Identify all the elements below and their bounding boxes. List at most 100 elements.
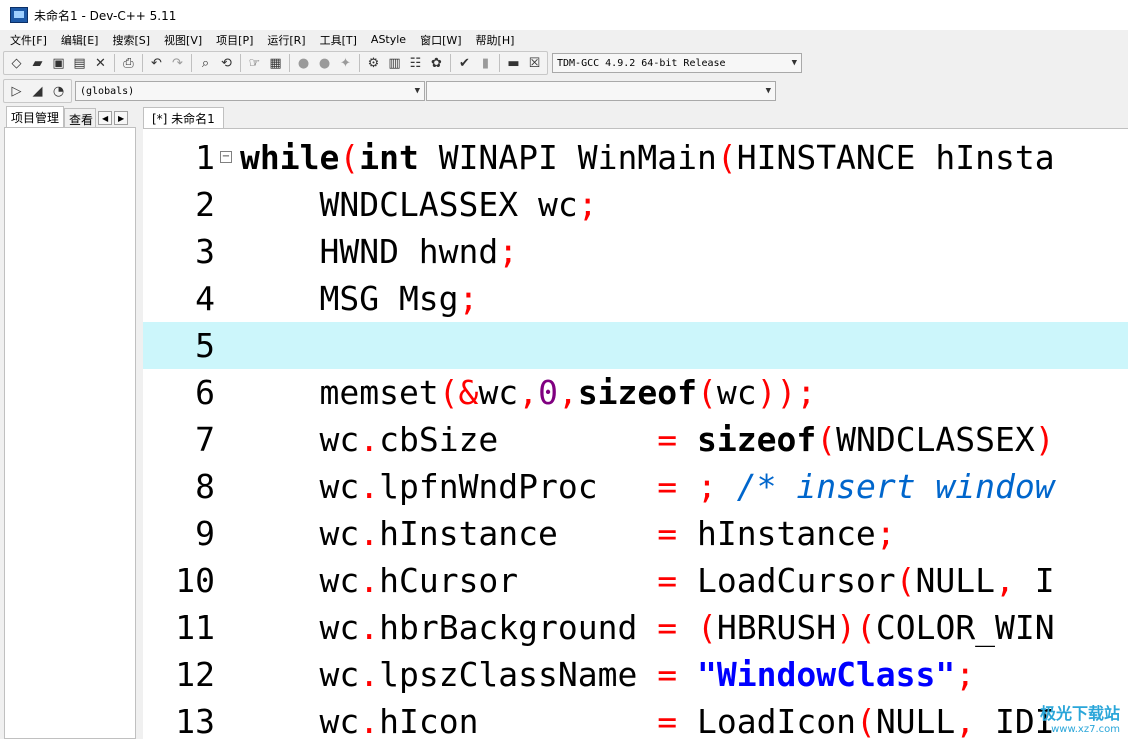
code-editor[interactable]: 1− while(int WINAPI WinMain(HINSTANCE hIn… xyxy=(143,128,1128,739)
menu-edit[interactable]: 编辑[E] xyxy=(61,32,99,48)
menu-project[interactable]: 项目[P] xyxy=(216,32,253,48)
line-number: 11 xyxy=(175,608,215,647)
find-icon[interactable]: ⌕ xyxy=(195,53,216,73)
tab-project-manager[interactable]: 项目管理 xyxy=(6,106,65,128)
code-token: (& xyxy=(438,373,479,412)
code-token: . xyxy=(359,608,380,647)
code-line[interactable]: 12 wc.lpszClassName = "WindowClass"; xyxy=(143,651,1128,698)
code-token: sizeof xyxy=(577,373,698,412)
misc-toolbar-group: ▷ ◢ ◔ xyxy=(3,79,72,103)
menu-window[interactable]: 窗口[W] xyxy=(420,32,461,48)
code-token: HBRUSH xyxy=(716,608,837,647)
code-line[interactable]: 6 memset(&wc,0,sizeof(wc)); xyxy=(143,369,1128,416)
code-token: NULL xyxy=(875,702,956,739)
code-line[interactable]: 11 wc.hbrBackground = (HBRUSH)(COLOR_WIN xyxy=(143,604,1128,651)
code-token: ( xyxy=(895,561,916,600)
code-line[interactable]: 7 wc.cbSize = sizeof(WNDCLASSEX) xyxy=(143,416,1128,463)
new-file-icon[interactable]: ◇ xyxy=(6,53,27,73)
code-line[interactable]: 9 wc.hInstance = hInstance; xyxy=(143,510,1128,557)
menu-tools[interactable]: 工具[T] xyxy=(320,32,357,48)
compiler-select[interactable]: TDM-GCC 4.9.2 64-bit Release ▼ xyxy=(552,53,802,73)
save-all-icon[interactable]: ▤ xyxy=(69,53,90,73)
replace-icon[interactable]: ⟲ xyxy=(216,53,237,73)
code-line[interactable]: 4 MSG Msg; xyxy=(143,275,1128,322)
tab-untitled1[interactable]: [*] 未命名1 xyxy=(143,107,224,128)
code-token: int xyxy=(359,138,419,177)
profile-icon[interactable]: ▬ xyxy=(503,53,524,73)
code-token: while xyxy=(240,138,340,177)
code-line[interactable]: 3 HWND hwnd; xyxy=(143,228,1128,275)
run-arrow-icon[interactable]: ▷ xyxy=(6,81,27,101)
code-text: wc.hIcon = LoadIcon(NULL, IDI xyxy=(240,698,1054,739)
code-line[interactable]: 10 wc.hCursor = LoadCursor(NULL, I xyxy=(143,557,1128,604)
about-icon[interactable]: ◔ xyxy=(48,81,69,101)
menu-search[interactable]: 搜索[S] xyxy=(112,32,150,48)
code-line[interactable]: 8 wc.lpfnWndProc = ; /* insert window xyxy=(143,463,1128,510)
watermark-url: www.xz7.com xyxy=(1051,724,1120,735)
undo-icon[interactable]: ↶ xyxy=(146,53,167,73)
code-token: MSG Msg xyxy=(240,279,459,318)
function-select[interactable]: ▼ xyxy=(426,81,776,101)
code-token: ; xyxy=(458,279,479,318)
code-token: cbSize xyxy=(379,420,658,459)
chevron-down-icon: ▼ xyxy=(414,86,420,96)
remove-from-project-icon[interactable]: ✦ xyxy=(335,53,356,73)
goto-line-icon[interactable]: ☞ xyxy=(244,53,265,73)
menu-run[interactable]: 运行[R] xyxy=(267,32,305,48)
compile-run-icon[interactable]: ☷ xyxy=(405,53,426,73)
toolbar-separator xyxy=(240,54,241,72)
code-text: wc.cbSize = sizeof(WNDCLASSEX) xyxy=(240,416,1054,463)
code-line[interactable]: 1− while(int WINAPI WinMain(HINSTANCE hIn… xyxy=(143,134,1128,181)
code-token: wc xyxy=(240,561,360,600)
code-token: ; xyxy=(577,185,598,224)
rebuild-all-icon[interactable]: ✿ xyxy=(426,53,447,73)
code-line[interactable]: 5 xyxy=(143,322,1128,369)
code-token: = xyxy=(657,467,678,506)
project-panel xyxy=(4,127,136,739)
code-token: ( xyxy=(855,702,876,739)
scope-select[interactable]: (globals) ▼ xyxy=(75,81,425,101)
code-token: )); xyxy=(756,373,817,412)
toolbar-separator xyxy=(499,54,500,72)
stop-execution-icon[interactable]: ▮ xyxy=(475,53,496,73)
menu-help[interactable]: 帮助[H] xyxy=(476,32,515,48)
add-to-project-icon[interactable]: ● xyxy=(314,53,335,73)
line-number: 2 xyxy=(195,185,215,224)
run-icon[interactable]: ▥ xyxy=(384,53,405,73)
debug-icon[interactable]: ✔ xyxy=(454,53,475,73)
menu-astyle[interactable]: AStyle xyxy=(371,33,406,46)
close-icon[interactable]: ✕ xyxy=(90,53,111,73)
toolbar-separator xyxy=(359,54,360,72)
print-icon[interactable]: ⎙ xyxy=(118,53,139,73)
delete-profile-icon[interactable]: ☒ xyxy=(524,53,545,73)
code-line[interactable]: 13 wc.hIcon = LoadIcon(NULL, IDI xyxy=(143,698,1128,739)
code-line[interactable]: 2 WNDCLASSEX wc; xyxy=(143,181,1128,228)
bookmark-icon[interactable]: ▦ xyxy=(265,53,286,73)
code-token: ( xyxy=(697,373,717,412)
code-token: hbrBackground xyxy=(379,608,658,647)
menu-bar: 文件[F] 编辑[E] 搜索[S] 视图[V] 项目[P] 运行[R] 工具[T… xyxy=(0,30,1128,49)
code-text: wc.hInstance = hInstance; xyxy=(240,510,895,557)
line-number: 5 xyxy=(195,326,215,365)
open-file-icon[interactable]: ▰ xyxy=(27,53,48,73)
redo-icon[interactable]: ↷ xyxy=(167,53,188,73)
file-toolbar-group: ◇ ▰ ▣ ▤ ✕ ⎙ ↶ ↷ ⌕ ⟲ ☞ ▦ ● ● ✦ ⚙ ▥ ☷ ✿ ✔ … xyxy=(3,51,548,75)
menu-view[interactable]: 视图[V] xyxy=(164,32,202,48)
tab-view[interactable]: 查看 xyxy=(64,108,97,128)
title-bar: 未命名1 - Dev-C++ 5.11 xyxy=(0,0,1128,30)
save-icon[interactable]: ▣ xyxy=(48,53,69,73)
menu-file[interactable]: 文件[F] xyxy=(10,32,47,48)
code-token: hCursor xyxy=(379,561,658,600)
compile-icon[interactable]: ⚙ xyxy=(363,53,384,73)
help-book-icon[interactable]: ◢ xyxy=(27,81,48,101)
toolbar-separator xyxy=(142,54,143,72)
tab-scroll-right-icon[interactable]: ▶ xyxy=(114,111,129,125)
fold-toggle-icon[interactable]: − xyxy=(220,151,232,163)
code-token: wc xyxy=(240,655,360,694)
line-number: 13 xyxy=(175,702,215,739)
code-token: ; xyxy=(498,232,519,271)
new-project-icon[interactable]: ● xyxy=(293,53,314,73)
tab-scroll-left-icon[interactable]: ◀ xyxy=(98,111,113,125)
